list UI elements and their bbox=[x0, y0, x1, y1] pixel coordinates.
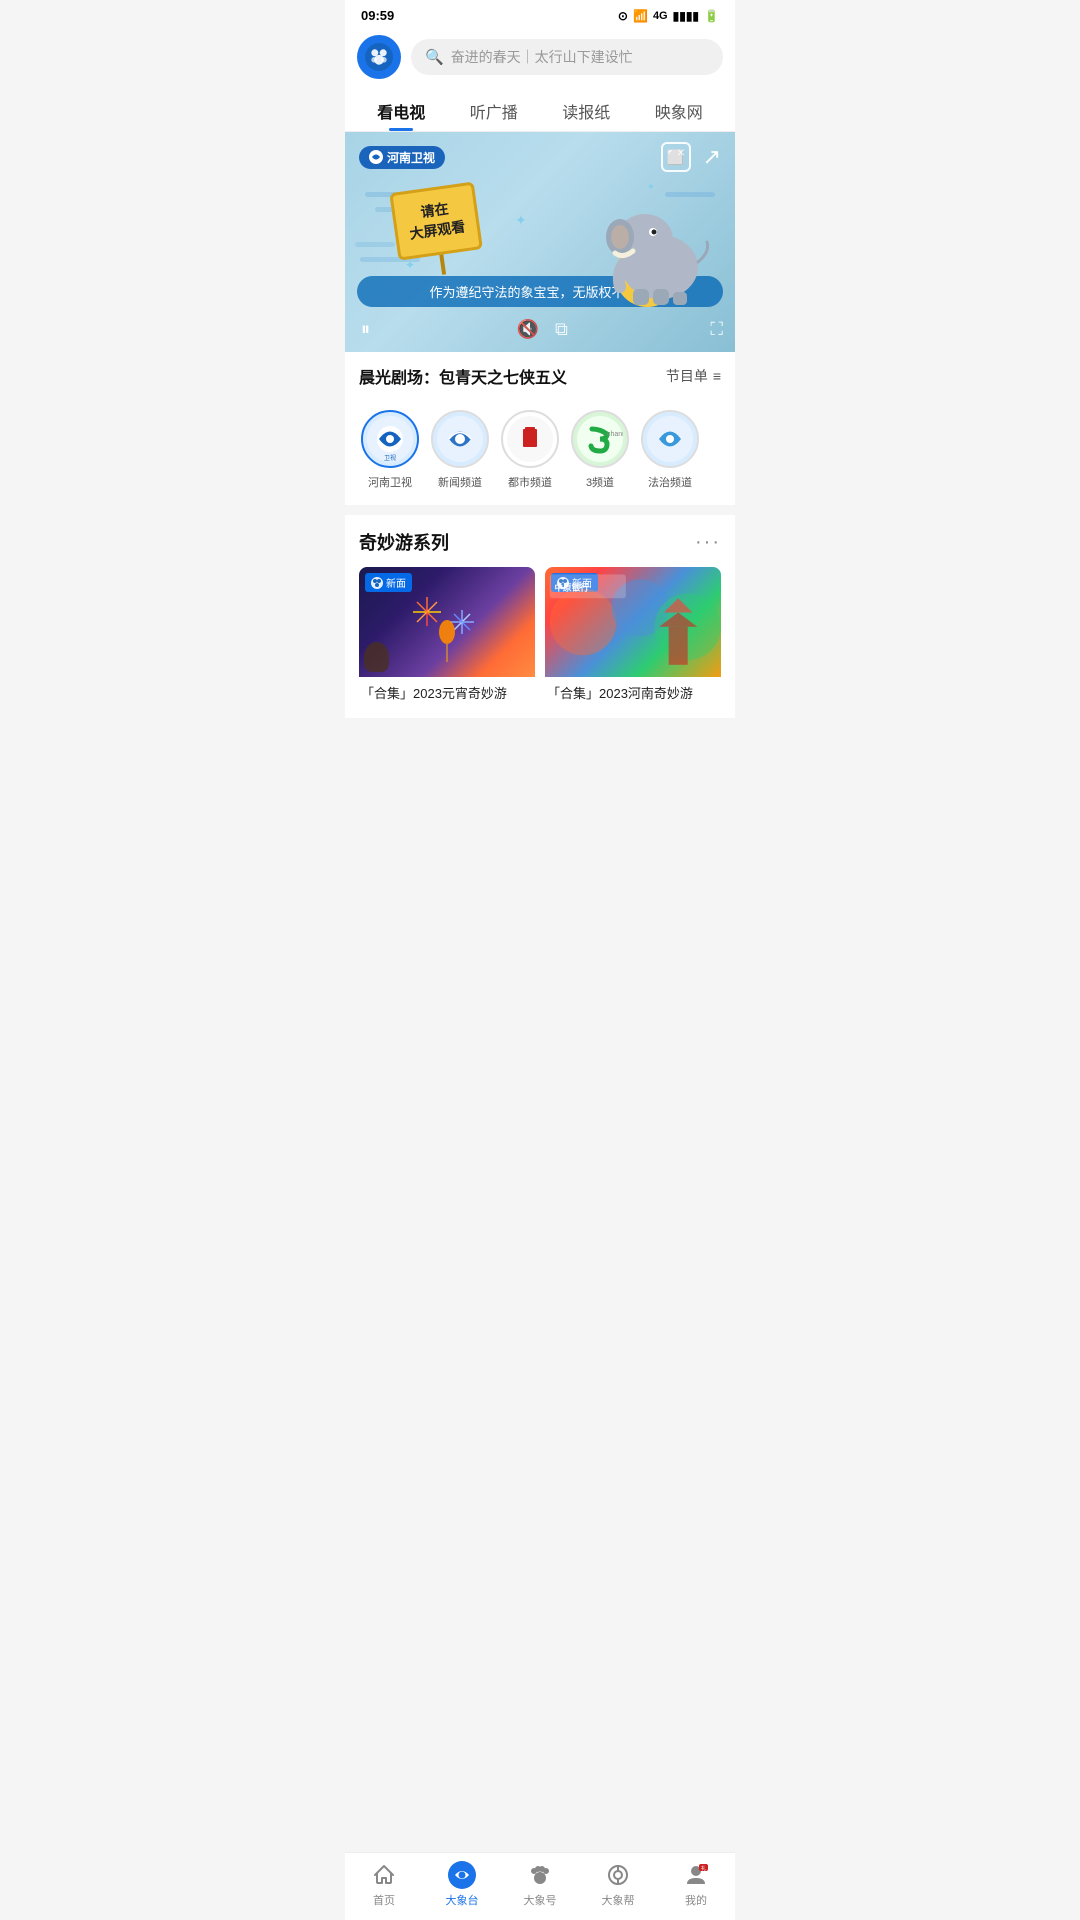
volume-off-icon[interactable]: 🔇 bbox=[517, 319, 539, 340]
more-button[interactable]: ··· bbox=[695, 531, 721, 554]
user-icon: 礼 bbox=[682, 1861, 710, 1889]
tab-tv[interactable]: 看电视 bbox=[355, 89, 448, 131]
nav-daxianghao[interactable]: 大象号 bbox=[501, 1861, 579, 1908]
channel-circle-henan: 卫视 bbox=[361, 410, 419, 468]
channel-circle-news bbox=[431, 410, 489, 468]
card-title-2: 「合集」2023河南奇妙游 bbox=[545, 677, 721, 704]
status-icons: ⊙ 📶 4G ▮▮▮▮ 🔋 bbox=[618, 9, 719, 23]
nav-label-daxiangtai: 大象台 bbox=[446, 1892, 479, 1908]
card-title-1: 「合集」2023元宵奇妙游 bbox=[359, 677, 535, 704]
nav-label-daxianghao: 大象号 bbox=[524, 1892, 557, 1908]
fullscreen-button[interactable]: ⛶ bbox=[710, 319, 723, 340]
channel-name-dushi: 都市频道 bbox=[508, 474, 552, 490]
refresh-icon bbox=[604, 1861, 632, 1889]
channel-name-label: 河南卫视 bbox=[387, 149, 435, 166]
bottom-nav: 首页 大象台 大象号 bbox=[345, 1852, 735, 1920]
channel-list: 卫视 河南卫视 新闻频道 bbox=[345, 400, 735, 505]
video-player[interactable]: 河南卫视 ⬜ ↗ ✦ ✦ ✦ 请在大屏观看 bbox=[345, 132, 735, 352]
channel-henan[interactable]: 卫视 河南卫视 bbox=[355, 410, 425, 490]
nav-daxiangbang[interactable]: 大象帮 bbox=[579, 1861, 657, 1908]
search-placeholder: 奋进的春天｜太行山下建设忙 bbox=[451, 47, 633, 67]
section-header: 奇妙游系列 ··· bbox=[359, 529, 721, 555]
home-icon bbox=[370, 1861, 398, 1889]
signal-icon: ▮▮▮▮ bbox=[673, 9, 699, 23]
program-bar: 晨光剧场：包青天之七侠五义 节目单 ≡ bbox=[345, 352, 735, 400]
video-cards: 新面 bbox=[359, 567, 721, 704]
channel-name-fazhi: 法治频道 bbox=[648, 474, 692, 490]
recommend-section: 奇妙游系列 ··· 新面 bbox=[345, 515, 735, 718]
card-thumb-1: 新面 bbox=[359, 567, 535, 677]
channel-news[interactable]: 新闻频道 bbox=[425, 410, 495, 490]
guide-label: 节目单 bbox=[666, 366, 708, 386]
card-thumb-2: 新面 中原银行 bbox=[545, 567, 721, 677]
battery-icon: 🔋 bbox=[704, 9, 719, 23]
guide-icon: ≡ bbox=[713, 368, 721, 384]
nav-tabs: 看电视 听广播 读报纸 映象网 bbox=[345, 89, 735, 132]
wifi-icon: 📶 bbox=[633, 9, 648, 23]
pause-button[interactable]: ⏸ bbox=[357, 315, 374, 344]
card-badge-1: 新面 bbox=[365, 573, 412, 592]
status-bar: 09:59 ⊙ 📶 4G ▮▮▮▮ 🔋 bbox=[345, 0, 735, 27]
channel-logo: 河南卫视 bbox=[359, 146, 445, 169]
channel-fazhi[interactable]: 法治频道 bbox=[635, 410, 705, 490]
svg-text:中原银行: 中原银行 bbox=[555, 582, 590, 593]
paw-icon bbox=[526, 1861, 554, 1889]
app-logo[interactable] bbox=[357, 35, 401, 79]
program-title: 晨光剧场：包青天之七侠五义 bbox=[359, 364, 567, 388]
channel-circle-3: channel bbox=[571, 410, 629, 468]
search-icon: 🔍 bbox=[425, 48, 444, 66]
cast-button[interactable]: ⬜ bbox=[661, 142, 691, 172]
svg-text:礼: 礼 bbox=[701, 1865, 706, 1872]
4g-icon: 4G bbox=[653, 10, 668, 22]
sign-board: 请在大屏观看 bbox=[389, 182, 485, 281]
search-bar[interactable]: 🔍 奋进的春天｜太行山下建设忙 bbox=[411, 39, 723, 75]
video-wrapper: 河南卫视 ⬜ ↗ ✦ ✦ ✦ 请在大屏观看 bbox=[345, 132, 735, 352]
channel-name-henan: 河南卫视 bbox=[368, 474, 412, 490]
channel-3[interactable]: channel 3频道 bbox=[565, 410, 635, 490]
close-button[interactable]: × bbox=[677, 144, 685, 160]
nav-label-daxiangbang: 大象帮 bbox=[602, 1892, 635, 1908]
pip-icon[interactable]: ⧉ bbox=[555, 319, 568, 340]
status-time: 09:59 bbox=[361, 8, 394, 23]
tab-yingxiang[interactable]: 映象网 bbox=[633, 89, 726, 131]
nav-mine[interactable]: 礼 我的 bbox=[657, 1861, 735, 1908]
svg-text:channel: channel bbox=[607, 431, 623, 438]
channel-name-3: 3频道 bbox=[586, 474, 614, 490]
section-gap bbox=[345, 505, 735, 515]
timer-icon: ⊙ bbox=[618, 9, 628, 23]
channel-circle-fazhi bbox=[641, 410, 699, 468]
elephant-icon bbox=[448, 1861, 476, 1889]
channel-dushi[interactable]: 都市频道 bbox=[495, 410, 565, 490]
svg-text:卫视: 卫视 bbox=[384, 454, 396, 462]
tab-radio[interactable]: 听广播 bbox=[448, 89, 541, 131]
video-card-1[interactable]: 新面 bbox=[359, 567, 535, 704]
tab-newspaper[interactable]: 读报纸 bbox=[540, 89, 633, 131]
elephant-illustration bbox=[595, 197, 715, 312]
share-button[interactable]: ↗ bbox=[703, 144, 721, 170]
header: 🔍 奋进的春天｜太行山下建设忙 bbox=[345, 27, 735, 89]
nav-label-home: 首页 bbox=[373, 1892, 395, 1908]
controls-row: ⏸ 🔇 ⧉ ⛶ bbox=[357, 315, 723, 344]
channel-name-news: 新闻频道 bbox=[438, 474, 482, 490]
channel-circle-dushi bbox=[501, 410, 559, 468]
program-guide-button[interactable]: 节目单 ≡ bbox=[666, 366, 721, 386]
nav-home[interactable]: 首页 bbox=[345, 1861, 423, 1908]
video-card-2[interactable]: 新面 中原银行 bbox=[545, 567, 721, 704]
ctrl-icons: 🔇 ⧉ bbox=[517, 319, 568, 340]
section-title: 奇妙游系列 bbox=[359, 529, 449, 555]
nav-label-mine: 我的 bbox=[685, 1892, 707, 1908]
nav-daxiangtai[interactable]: 大象台 bbox=[423, 1861, 501, 1908]
